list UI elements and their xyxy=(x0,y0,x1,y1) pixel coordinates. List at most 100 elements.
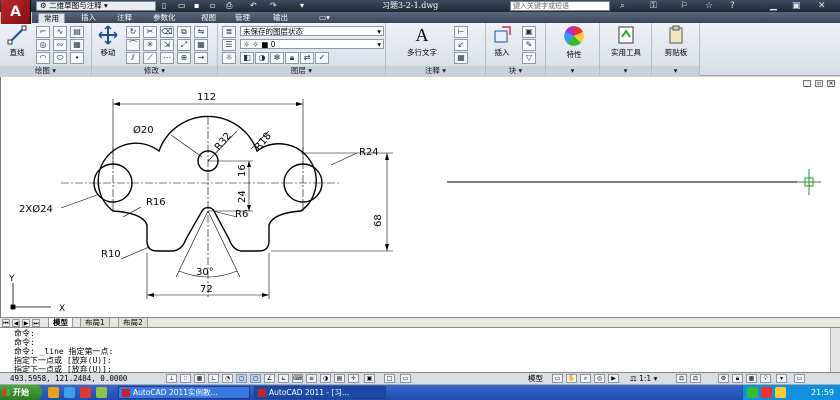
rotate-icon[interactable]: ↻ xyxy=(126,26,140,38)
insert-button[interactable]: 插入 xyxy=(488,25,516,58)
multiline-text-button[interactable]: A 多行文字 xyxy=(398,25,446,58)
start-button[interactable]: 开始 xyxy=(0,385,42,400)
object-snap-icon[interactable]: ◻ xyxy=(236,374,247,383)
ie-quick-launch-icon[interactable] xyxy=(48,387,59,398)
layer-match-icon[interactable]: ⇄ xyxy=(300,52,314,64)
drawing-canvas[interactable]: 112 Ø20 R32 R18 R24 16 24 2XØ24 R16 R6 6… xyxy=(0,77,840,317)
last-tab-icon[interactable]: ⏭ xyxy=(32,319,40,327)
circle-icon[interactable]: ◎ xyxy=(36,39,50,51)
viewport-close-icon[interactable]: × xyxy=(827,80,835,87)
layer-properties-icon[interactable]: ≣ xyxy=(222,26,236,38)
desktop-quick-launch-icon[interactable] xyxy=(64,387,75,398)
fillet-icon[interactable]: ⌒ xyxy=(126,39,140,51)
layer-iso-icon[interactable]: ◧ xyxy=(240,52,254,64)
point-icon[interactable]: ∙ xyxy=(70,52,84,64)
offset-icon[interactable]: ⫽ xyxy=(126,52,140,64)
explode-icon[interactable]: ✳ xyxy=(143,39,157,51)
properties-button[interactable]: 特性 xyxy=(554,25,594,60)
modify-panel-label[interactable]: 修改 ▾ xyxy=(92,66,217,76)
layer-state-icon[interactable]: ☰ xyxy=(222,39,236,51)
auto-scale-icon[interactable]: ⚖ xyxy=(690,374,701,383)
command-window[interactable]: 命令: 命令: 命令: _line 指定第一点: 指定下一点或 [放弃(U)]:… xyxy=(0,327,840,374)
tray-volume-icon[interactable] xyxy=(775,387,786,398)
layer-lock-icon[interactable]: 🔒︎ xyxy=(285,52,299,64)
tab-manage[interactable]: 管理 xyxy=(230,13,255,23)
media-quick-launch-icon[interactable] xyxy=(80,387,91,398)
polar-tracking-icon[interactable]: ◔ xyxy=(222,374,233,383)
tab-parametric[interactable]: 参数化 xyxy=(148,13,181,23)
tray-antivirus-icon[interactable] xyxy=(761,387,772,398)
communication-icon[interactable]: ⚐ xyxy=(680,0,688,12)
clipboard-button[interactable]: 剪贴板 xyxy=(654,25,698,58)
clean-screen-icon[interactable]: ▭ xyxy=(794,374,805,383)
object-snap-tracking-icon[interactable]: ∠ xyxy=(264,374,275,383)
utilities-button[interactable]: 实用工具 xyxy=(602,25,650,58)
utilities-panel-dropdown[interactable]: ▾ xyxy=(600,66,651,76)
subscription-icon[interactable]: ⚿ xyxy=(650,0,657,12)
infer-constraints-icon[interactable]: ⊥ xyxy=(166,374,177,383)
leader-icon[interactable]: ↙ xyxy=(454,39,468,51)
extend-icon[interactable]: → xyxy=(194,52,208,64)
save-icon[interactable]: ▪ xyxy=(194,1,199,11)
join-icon[interactable]: ⊕ xyxy=(177,52,191,64)
showmotion-icon[interactable]: ▶ xyxy=(608,374,619,383)
layers-panel-label[interactable]: 图层 ▾ xyxy=(218,66,385,76)
minimize-icon[interactable]: ▁ xyxy=(770,0,777,12)
grid-display-icon[interactable]: ▦ xyxy=(194,374,205,383)
ortho-mode-icon[interactable]: ∟ xyxy=(208,374,219,383)
create-block-icon[interactable]: ▣ xyxy=(522,26,536,38)
quick-properties-icon[interactable]: ▤ xyxy=(334,374,345,383)
quick-view-drawings-icon[interactable]: ▭ xyxy=(552,374,563,383)
stretch-icon[interactable]: ⇲ xyxy=(160,39,174,51)
tab-insert[interactable]: 插入 xyxy=(76,13,101,23)
move-button[interactable]: 移动 xyxy=(94,25,122,58)
ellipse-icon[interactable]: ⬭ xyxy=(53,52,67,64)
redo-icon[interactable]: ↷ xyxy=(270,1,277,11)
tray-network-icon[interactable] xyxy=(747,387,758,398)
break-icon[interactable]: ⋯ xyxy=(160,52,174,64)
first-tab-icon[interactable]: ⏮ xyxy=(2,319,10,327)
hatch-icon[interactable]: ▤ xyxy=(70,26,84,38)
construction-icon[interactable]: ∿ xyxy=(53,26,67,38)
help-icon[interactable]: ? xyxy=(730,0,735,12)
transparency-icon[interactable]: ◑ xyxy=(320,374,331,383)
layer-state-dropdown[interactable]: 未保存的图层状态 ▾ xyxy=(240,26,384,36)
annotation-visibility-icon[interactable]: ⚖ xyxy=(676,374,687,383)
properties-panel-dropdown[interactable]: ▾ xyxy=(546,66,599,76)
scale-icon[interactable]: ⤢ xyxy=(177,39,191,51)
layer-bulb-icon[interactable]: ☼ xyxy=(222,52,236,64)
lineweight-icon[interactable]: ≡ xyxy=(306,374,317,383)
layer-dropdown[interactable]: ☼ ☼ ■ 0 ▾ xyxy=(240,39,384,49)
open-icon[interactable]: ▭ xyxy=(178,1,186,11)
edit-block-icon[interactable]: ✎ xyxy=(522,39,536,51)
region-icon[interactable]: ▦ xyxy=(70,39,84,51)
taskbar-window-tutorial[interactable]: AutoCAD 2011实例教... xyxy=(118,386,250,399)
next-tab-icon[interactable]: ▶ xyxy=(22,319,30,327)
annotation-panel-label[interactable]: 注释 ▾ xyxy=(386,66,485,76)
viewport-minimize-icon[interactable]: _ xyxy=(803,80,811,87)
workspace-selector[interactable]: ⚙ 二维草图与注释 ▾ xyxy=(36,1,156,11)
coordinate-readout[interactable]: 493.5958, 121.2484, 0.0000 xyxy=(10,374,127,384)
explorer-quick-launch-icon[interactable] xyxy=(96,387,107,398)
tab-view[interactable]: 视图 xyxy=(196,13,221,23)
prev-tab-icon[interactable]: ◀ xyxy=(12,319,20,327)
layer-off-icon[interactable]: ◑ xyxy=(255,52,269,64)
polyline-icon[interactable]: ⌐ xyxy=(36,26,50,38)
saveas-icon[interactable]: ▫ xyxy=(210,1,215,11)
array-icon[interactable]: ▦ xyxy=(194,39,208,51)
block-panel-label[interactable]: 块 ▾ xyxy=(486,66,545,76)
chamfer-icon[interactable]: ⟋ xyxy=(143,52,157,64)
layer-freeze-icon[interactable]: ✻ xyxy=(270,52,284,64)
mirror-icon[interactable]: ⇋ xyxy=(194,26,208,38)
command-scrollbar[interactable] xyxy=(830,328,840,372)
quick-view-layouts-icon[interactable]: ▭ xyxy=(400,374,411,383)
selection-cycling-icon[interactable]: ✛ xyxy=(348,374,359,383)
pan-icon[interactable]: ✋ xyxy=(566,374,577,383)
undo-icon[interactable]: ↶ xyxy=(250,1,257,11)
isolate-objects-icon[interactable]: 💡︎ xyxy=(760,374,771,383)
table-icon[interactable]: ▦ xyxy=(454,52,468,64)
arc-icon[interactable]: ◠ xyxy=(36,52,50,64)
tab-home[interactable]: 常用 xyxy=(38,13,65,23)
tab-output[interactable]: 输出 xyxy=(268,13,293,23)
workspace-switching-icon[interactable]: ⚙ xyxy=(718,374,729,383)
